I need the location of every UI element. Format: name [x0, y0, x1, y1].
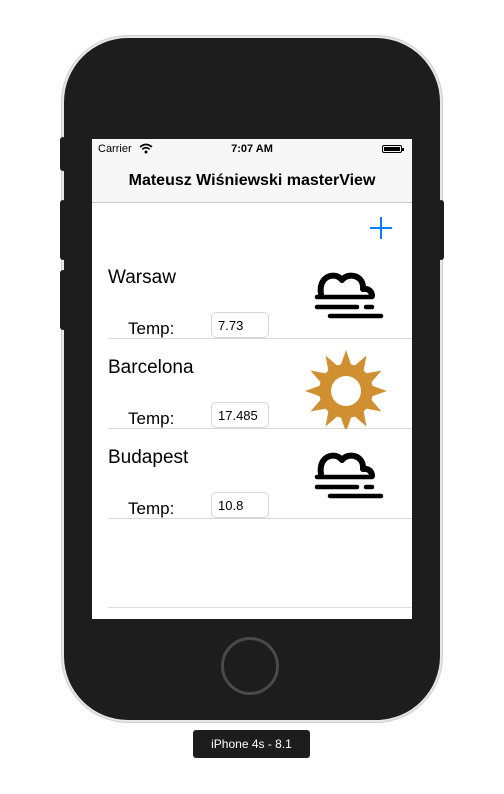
clock: 7:07 AM	[231, 143, 273, 155]
temp-label: Temp:	[128, 319, 175, 338]
city-label: Barcelona	[108, 357, 194, 378]
add-button[interactable]	[370, 217, 392, 239]
table-row[interactable]: Barcelona Temp:	[108, 339, 412, 429]
volume-up-button	[60, 200, 66, 260]
home-button[interactable]	[221, 637, 279, 695]
row-separator	[108, 607, 412, 608]
city-label: Budapest	[108, 447, 189, 468]
navigation-bar: Mateusz Wiśniewski masterView	[92, 159, 412, 203]
fog-icon	[314, 452, 384, 499]
volume-down-button	[60, 270, 66, 330]
sun-icon	[305, 350, 387, 429]
power-button	[438, 200, 444, 260]
app-screen: Carrier 7:07 AM Mateusz Wiśniewski maste…	[92, 139, 412, 619]
status-bar: Carrier 7:07 AM	[92, 139, 412, 159]
temp-field[interactable]	[211, 312, 269, 338]
temp-label: Temp:	[128, 409, 175, 428]
city-label: Warsaw	[108, 267, 176, 288]
mute-switch	[60, 137, 66, 171]
temp-label: Temp:	[128, 499, 175, 518]
fog-icon	[314, 272, 384, 319]
device-label: iPhone 4s - 8.1	[193, 730, 310, 758]
table-row[interactable]: Budapest Temp:	[108, 429, 412, 519]
battery-icon	[382, 145, 404, 153]
table-row[interactable]: Warsaw Temp:	[108, 249, 412, 339]
temp-field[interactable]	[211, 402, 269, 428]
nav-title: Mateusz Wiśniewski masterView	[128, 172, 376, 189]
temp-field[interactable]	[211, 492, 269, 518]
